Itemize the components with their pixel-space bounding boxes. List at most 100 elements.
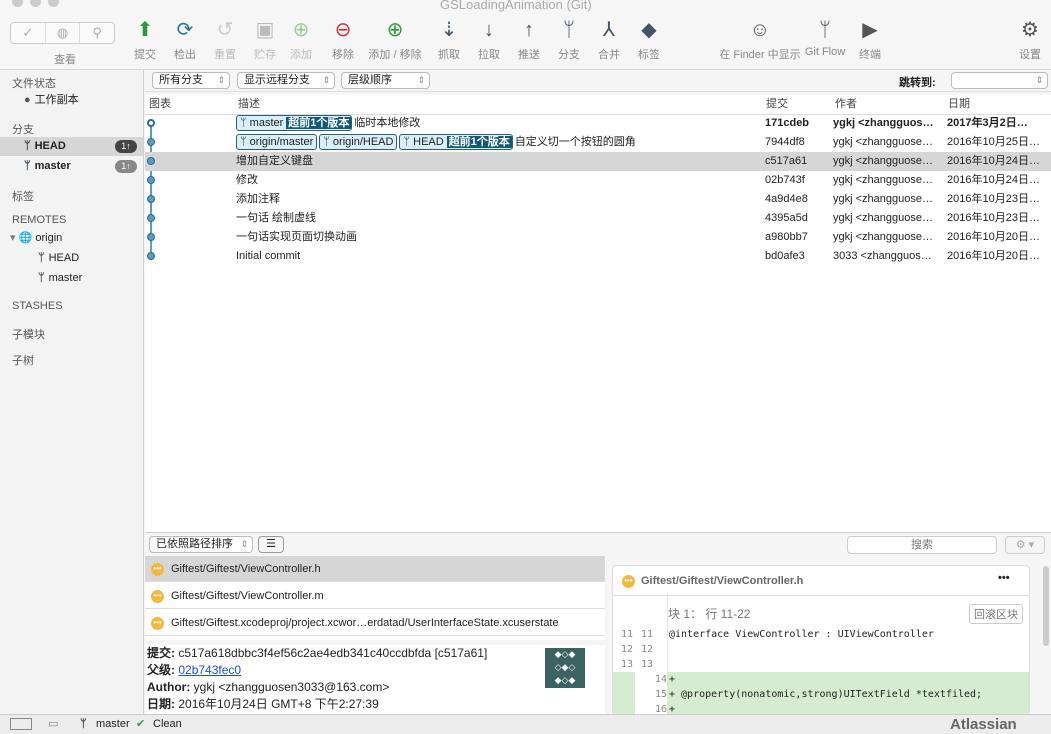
branch-icon: ᛘ (240, 117, 247, 130)
finder-button[interactable]: ☺ 在 Finder 中显示 (715, 18, 805, 62)
column-header-description[interactable]: 描述 (238, 95, 260, 114)
sort-select[interactable]: 已依照路径排序 (149, 536, 253, 553)
diff-line: 11 11 @interface ViewController : UIViewC… (613, 627, 1029, 642)
commit-row[interactable]: Initial commit bd0afe3 3033 <zhangguos… … (145, 247, 1051, 266)
commit-message: 添加注释 (236, 193, 280, 205)
commit-row[interactable]: ᛘ origin/master ᛘ origin/HEAD ᛘ HEAD 超前1个版本… (145, 133, 1051, 152)
commit-label: 提交: (147, 646, 175, 660)
code-text: @interface ViewController : UIViewContro… (669, 629, 934, 640)
disclosure-triangle-icon[interactable]: ▾ (10, 232, 16, 244)
add-remove-button[interactable]: ⊕ 添加 / 移除 (360, 18, 430, 62)
atlassian-logo: Atlassian (950, 716, 1017, 733)
button-label: 拉取 (478, 49, 500, 61)
submodules-header[interactable]: 子模块 (12, 326, 45, 342)
sidebar-toggle-icon[interactable] (10, 718, 32, 730)
gear-icon[interactable]: ⚙ ▾ (1005, 536, 1045, 554)
new-line-number: 14 (635, 672, 667, 687)
commit-row[interactable]: 增加自定义键盘 c517a61 ygkj <zhangguose… 2016年1… (145, 152, 1051, 171)
button-label: 设置 (1019, 49, 1041, 61)
diff-panel: ••• Giftest/Giftest/ViewController.h •••… (612, 565, 1030, 715)
branch-tag[interactable]: ᛘ origin/master (236, 134, 318, 151)
commit-description: 一句话实现页面切换动画 (236, 228, 761, 247)
column-header-commit[interactable]: 提交 (766, 95, 788, 114)
commit-date: 2016年10月20日… (947, 231, 1040, 243)
file-list-item[interactable]: ••• Giftest/Giftest.xcodeproj/project.xcw… (145, 610, 605, 636)
search-view-button[interactable]: ⚲ (80, 23, 114, 43)
terminal-icon: ▶ (862, 19, 878, 41)
minimize-window-button[interactable] (30, 0, 41, 7)
graph-node (147, 233, 155, 241)
view-segmented-control[interactable]: ✓ ◍ ⚲ (10, 22, 115, 44)
commit-row[interactable]: 一句话实现页面切换动画 a980bb7 ygkj <zhangguose… 20… (145, 228, 1051, 247)
commit-hash: bd0afe3 (765, 250, 805, 262)
fetch-icon: ⇣ (440, 19, 458, 41)
stashes-header[interactable]: STASHES (12, 300, 63, 312)
commit-description: ᛘ master 超前1个版本 临时本地修改 (236, 114, 761, 133)
remove-icon: ⊖ (334, 19, 352, 41)
view-label: 查看 (54, 54, 76, 66)
column-header-graph[interactable]: 图表 (149, 95, 171, 114)
tags-header[interactable]: 标签 (12, 188, 34, 204)
old-line-number: 12 (620, 644, 633, 655)
modified-file-icon: ••• (151, 590, 164, 603)
commit-row[interactable]: 添加注释 4a9d4e8 ygkj <zhangguose… 2016年10月2… (145, 190, 1051, 209)
remote-branch-select[interactable]: 显示远程分支 (237, 72, 335, 89)
code-text: + @property(nonatomic,strong)UITextField… (669, 689, 983, 700)
diff-scrollbar[interactable] (1043, 566, 1049, 646)
gear-button[interactable]: ⚙ 设置 (1005, 18, 1051, 62)
commit-message: 一句话实现页面切换动画 (236, 231, 357, 243)
branch-icon: ᛘ (24, 140, 31, 152)
list-view-button[interactable]: ☰ (258, 536, 284, 553)
order-select[interactable]: 层级顺序 (341, 72, 430, 89)
file-status-view-button[interactable]: ✓ (11, 23, 46, 43)
terminal-button[interactable]: ▶ 终端 (845, 18, 895, 62)
branch-tag[interactable]: ᛘ HEAD 超前1个版本 (399, 134, 513, 151)
branch-tag[interactable]: ᛘ origin/HEAD (319, 134, 398, 151)
commit-description: Initial commit (236, 247, 761, 266)
column-header-date[interactable]: 日期 (948, 95, 970, 114)
sidebar-item-remote-master[interactable]: ᛘ master (0, 269, 143, 288)
history-view-button[interactable]: ◍ (46, 23, 81, 43)
finder-icon: ☺ (749, 19, 771, 41)
sidebar-item-master[interactable]: ᛘ master 1↑ (0, 157, 143, 176)
more-options-button[interactable]: ••• (998, 572, 1010, 584)
git-flow-icon: ᛘ (819, 19, 831, 41)
commit-message: 临时本地修改 (354, 117, 421, 129)
file-list: ••• Giftest/Giftest/ViewController.h ••• Gi… (145, 556, 605, 640)
subtrees-header[interactable]: 子树 (12, 352, 34, 368)
commit-hash: 02b743f (765, 174, 805, 186)
commit-hash: 7944df8 (765, 136, 805, 148)
column-header-author[interactable]: 作者 (835, 95, 857, 114)
search-input[interactable] (847, 536, 997, 554)
globe-icon: 🌐 (18, 232, 33, 244)
modified-file-icon: ••• (151, 563, 164, 576)
commit-description: ᛘ origin/master ᛘ origin/HEAD ᛘ HEAD 超前1个版本… (236, 133, 761, 152)
close-window-button[interactable] (12, 0, 23, 7)
revert-hunk-button[interactable]: 回滚区块 (969, 604, 1023, 624)
commit-row[interactable]: ᛘ master 超前1个版本 临时本地修改 171cdeb ygkj <zhang… (145, 114, 1051, 133)
panel-toggle-icon[interactable]: ▭ (48, 715, 58, 734)
commit-row[interactable]: 修改 02b743f ygkj <zhangguose… 2016年10月24日… (145, 171, 1051, 190)
modified-file-icon: ••• (622, 575, 635, 588)
graph-node (147, 157, 155, 165)
parent-commit-link[interactable]: 02b743fec0 (178, 663, 241, 677)
sidebar-item-head[interactable]: ᛘ HEAD 1↑ (0, 137, 143, 156)
branch-icon: ᛘ (24, 160, 31, 172)
zoom-window-button[interactable] (48, 0, 59, 7)
commit-description: 修改 (236, 171, 761, 190)
commit-row[interactable]: 一句话 绘制虚线 4395a5d ygkj <zhangguose… 2016年… (145, 209, 1051, 228)
commit-message: 一句话 绘制虚线 (236, 212, 317, 224)
sidebar-item-remote-head[interactable]: ᛘ HEAD (0, 249, 143, 268)
branch-tag[interactable]: ᛘ master 超前1个版本 (236, 115, 353, 132)
tag-button[interactable]: ◆ 标签 (624, 18, 674, 62)
jump-to-select[interactable] (951, 72, 1048, 89)
graph-node (147, 252, 155, 260)
branch-icon: ᛘ (240, 136, 247, 149)
git-flow-button[interactable]: ᛘ Git Flow (800, 18, 850, 58)
sidebar-item-origin[interactable]: ▾ 🌐 origin (0, 229, 143, 248)
file-list-item[interactable]: ••• Giftest/Giftest/ViewController.h (145, 556, 605, 582)
file-list-item[interactable]: ••• Giftest/Giftest/ViewController.m (145, 583, 605, 609)
sidebar-item-working-copy[interactable]: ● 工作副本 (0, 91, 143, 110)
file-path: Giftest/Giftest.xcodeproj/project.xcwor…… (171, 617, 559, 629)
branch-filter-select[interactable]: 所有分支 (152, 72, 230, 89)
